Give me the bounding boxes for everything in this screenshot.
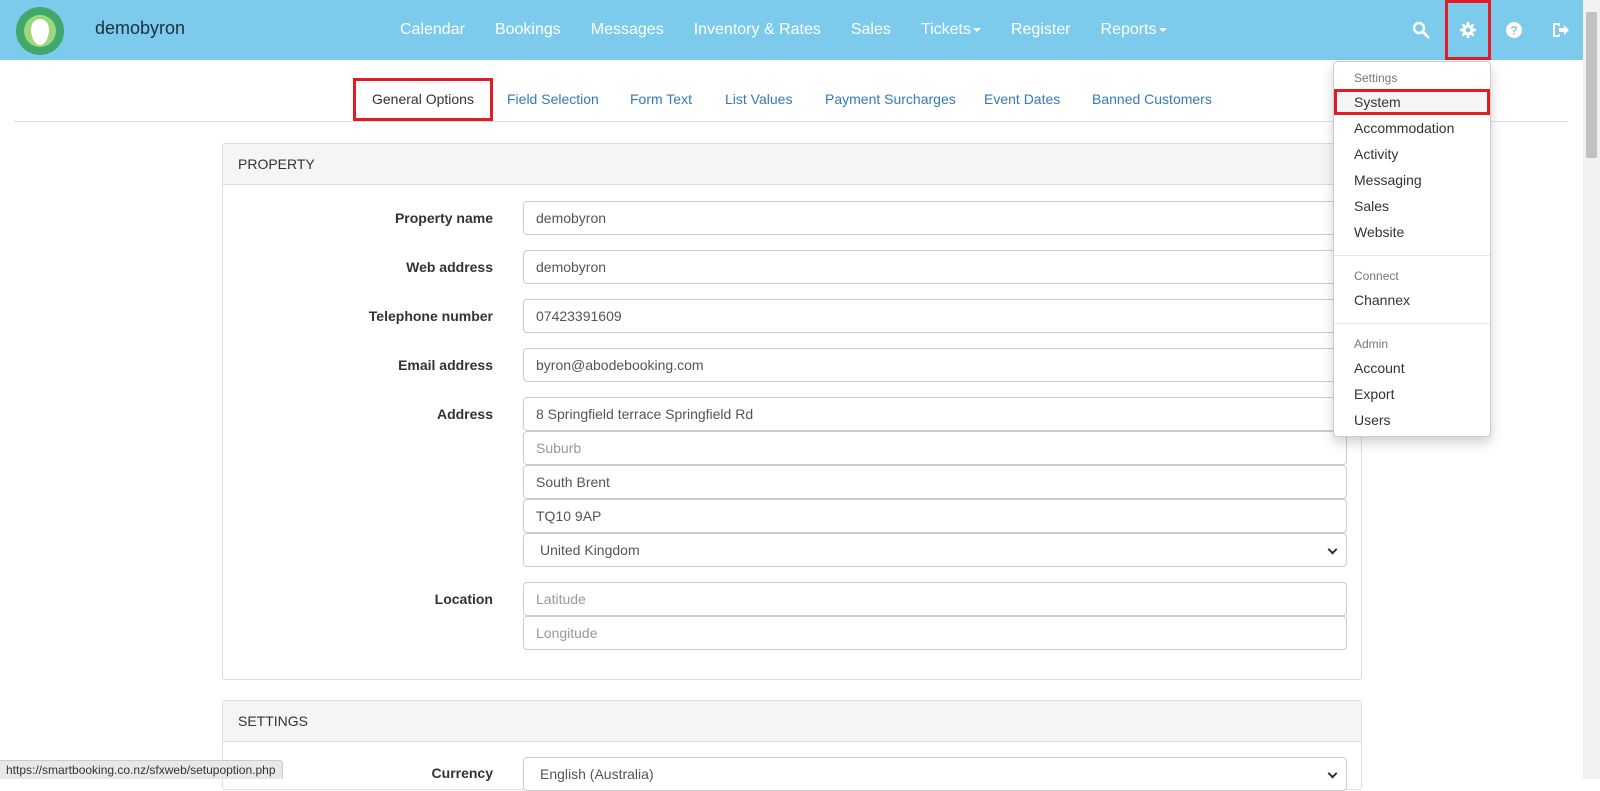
telephone-label: Telephone number [368,308,493,324]
tab-field-selection[interactable]: Field Selection [507,78,599,121]
svg-text:?: ? [1510,24,1517,38]
property-panel: PROPERTY Property name demobyron Web add… [222,143,1362,680]
menu-item-messaging[interactable]: Messaging [1334,167,1490,193]
dropdown-divider [1334,255,1490,256]
settings-heading: SETTINGS [223,701,1361,742]
telephone-input[interactable]: 07423391609 [523,299,1347,333]
location-label: Location [434,591,493,607]
link-status-bar: https://smartbooking.co.nz/sfxweb/setupo… [0,760,283,779]
nav-tickets[interactable]: Tickets [921,0,981,60]
chevron-down-icon [1327,768,1338,779]
tab-form-text[interactable]: Form Text [630,78,692,121]
city-input[interactable]: South Brent [523,465,1347,499]
menu-item-website[interactable]: Website [1334,219,1490,245]
menu-item-accommodation[interactable]: Accommodation [1334,115,1490,141]
web-address-label: Web address [406,259,493,275]
app-logo[interactable] [16,7,64,55]
tab-banned-customers[interactable]: Banned Customers [1092,78,1212,121]
menu-item-activity[interactable]: Activity [1334,141,1490,167]
scrollbar-thumb[interactable] [1586,12,1597,158]
top-navbar: demobyron Calendar Bookings Messages Inv… [0,0,1600,60]
menu-item-sales[interactable]: Sales [1334,193,1490,219]
property-heading: PROPERTY [223,144,1361,185]
nav-tickets-label: Tickets [920,21,971,38]
menu-item-users[interactable]: Users [1334,407,1490,433]
property-name-input[interactable]: demobyron [523,201,1347,235]
dropdown-header-connect: Connect [1354,269,1399,283]
currency-select[interactable]: English (Australia) [523,757,1347,791]
help-icon[interactable]: ? [1492,0,1536,60]
address-label: Address [436,406,493,422]
chevron-down-icon [1158,27,1167,32]
main-nav: Calendar Bookings Messages Inventory & R… [400,0,1197,60]
nav-messages[interactable]: Messages [591,0,664,60]
dropdown-header-settings: Settings [1354,71,1398,85]
address-line1-input[interactable]: 8 Springfield terrace Springfield Rd [523,397,1347,431]
menu-item-account[interactable]: Account [1334,355,1490,381]
longitude-input[interactable]: Longitude [523,616,1347,650]
latitude-input[interactable]: Latitude [523,582,1347,616]
nav-sales[interactable]: Sales [851,0,891,60]
menu-item-export[interactable]: Export [1334,381,1490,407]
page-scrollbar[interactable] [1583,0,1600,779]
menu-item-channex[interactable]: Channex [1334,287,1490,313]
nav-calendar[interactable]: Calendar [400,0,465,60]
dropdown-divider [1334,323,1490,324]
nav-reports[interactable]: Reports [1101,0,1167,60]
suburb-input[interactable]: Suburb [523,431,1347,465]
web-address-input[interactable]: demobyron [523,250,1347,284]
chevron-down-icon [972,27,981,32]
email-label: Email address [398,357,493,373]
postcode-input[interactable]: TQ10 9AP [523,499,1347,533]
tab-event-dates[interactable]: Event Dates [984,78,1060,121]
tab-general-options[interactable]: General Options [353,78,493,121]
nav-inventory-rates[interactable]: Inventory & Rates [694,0,821,60]
logout-icon[interactable] [1538,0,1582,60]
country-select[interactable]: United Kingdom [523,533,1347,567]
search-icon[interactable] [1399,0,1443,60]
country-value: United Kingdom [540,542,640,558]
chevron-down-icon [1327,544,1338,555]
gear-icon[interactable] [1445,0,1491,60]
tab-payment-surcharges[interactable]: Payment Surcharges [825,78,956,121]
email-input[interactable]: byron@abodebooking.com [523,348,1347,382]
settings-dropdown-menu: Settings System Accommodation Activity M… [1333,61,1491,437]
property-name-brand[interactable]: demobyron [95,18,185,39]
dropdown-header-admin: Admin [1354,337,1389,351]
nav-bookings[interactable]: Bookings [495,0,561,60]
menu-item-system[interactable]: System [1334,89,1490,115]
nav-register[interactable]: Register [1011,0,1071,60]
currency-value: English (Australia) [540,766,654,782]
settings-panel: SETTINGS Currency English (Australia) [222,700,1362,791]
tab-list-values[interactable]: List Values [725,78,792,121]
nav-reports-label: Reports [1100,21,1157,38]
property-name-label: Property name [394,210,493,226]
